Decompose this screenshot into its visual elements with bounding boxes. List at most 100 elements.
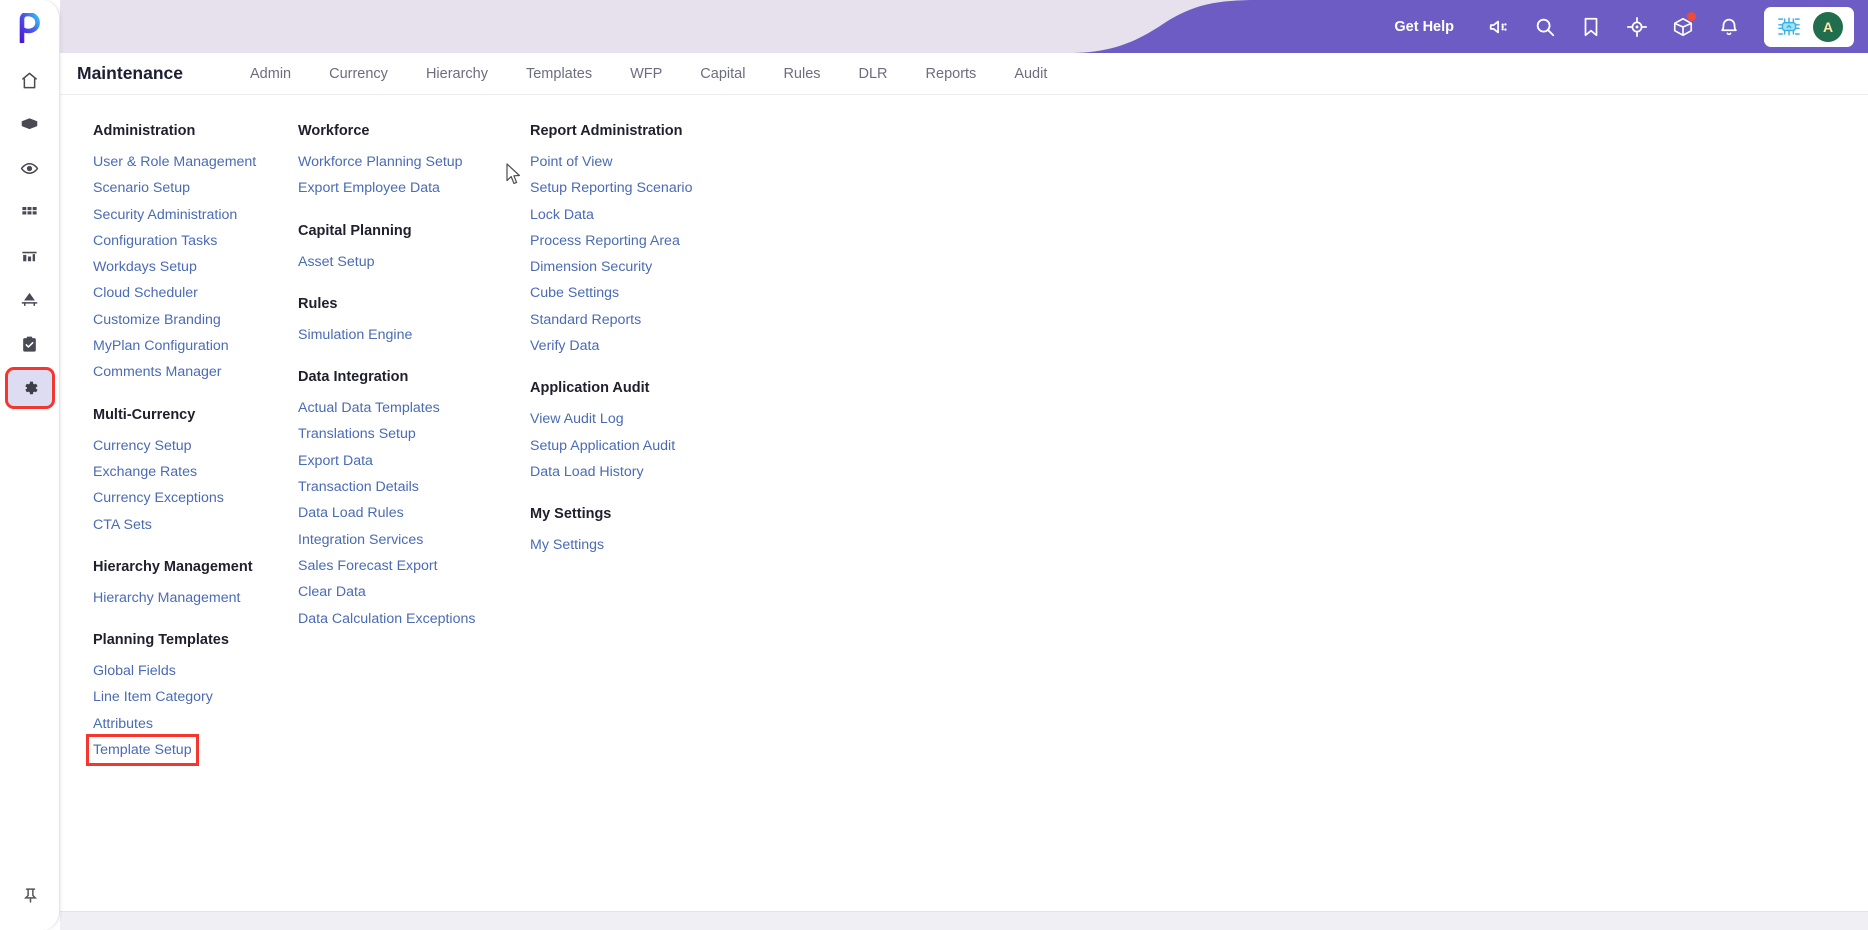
menu-link[interactable]: Global Fields (93, 658, 176, 684)
sidebar-item-grids[interactable] (8, 194, 52, 230)
user-menu-button[interactable]: A (1764, 6, 1854, 47)
menu-link[interactable]: Simulation Engine (298, 322, 412, 348)
menu-group: Capital Planning Asset Setup (298, 223, 520, 275)
module-tabs: Admin Currency Hierarchy Templates WFP C… (231, 60, 1066, 88)
menu-link[interactable]: Process Reporting Area (530, 228, 680, 254)
pin-icon[interactable] (8, 878, 52, 912)
menu-column-2: Workforce Workforce Planning Setup Export … (290, 123, 520, 911)
tab-hierarchy[interactable]: Hierarchy (407, 60, 507, 88)
menu-link[interactable]: Data Calculation Exceptions (298, 606, 475, 632)
menu-link[interactable]: Lock Data (530, 202, 594, 228)
left-rail (0, 0, 60, 930)
menu-link[interactable]: Actual Data Templates (298, 395, 440, 421)
menu-link[interactable]: Currency Exceptions (93, 485, 224, 511)
menu-link-row: User & Role Management (93, 149, 290, 175)
tab-reports[interactable]: Reports (907, 60, 996, 88)
announcement-icon[interactable] (1476, 4, 1522, 50)
get-help-button[interactable]: Get Help (1394, 19, 1454, 35)
menu-link[interactable]: Point of View (530, 149, 613, 175)
menu-link[interactable]: Exchange Rates (93, 459, 197, 485)
menu-link-row: Exchange Rates (93, 459, 290, 485)
tab-wfp[interactable]: WFP (611, 60, 681, 88)
menu-link-row: MyPlan Configuration (93, 333, 290, 359)
menu-link[interactable]: Workforce Planning Setup (298, 149, 463, 175)
top-bar: Get Help A (60, 0, 1868, 53)
menu-link[interactable]: Clear Data (298, 579, 366, 605)
menu-link-row: Setup Application Audit (530, 433, 750, 459)
footer-strip (60, 911, 1868, 930)
tab-audit[interactable]: Audit (995, 60, 1066, 88)
menu-link-row: Sales Forecast Export (298, 553, 520, 579)
sidebar-item-settings[interactable] (4, 367, 55, 409)
p-logo[interactable] (0, 0, 59, 56)
tab-dlr[interactable]: DLR (840, 60, 907, 88)
tab-templates[interactable]: Templates (507, 60, 611, 88)
menu-link[interactable]: Comments Manager (93, 359, 222, 385)
menu-link[interactable]: Hierarchy Management (93, 585, 240, 611)
menu-link[interactable]: View Audit Log (530, 406, 624, 432)
menu-column-3: Report Administration Point of View Setup … (520, 123, 750, 911)
menu-link[interactable]: Customize Branding (93, 307, 221, 333)
menu-link-row: Simulation Engine (298, 322, 520, 348)
page-title: Maintenance (77, 63, 183, 83)
menu-link-row: Workforce Planning Setup (298, 149, 520, 175)
notifications-icon[interactable] (1706, 4, 1752, 50)
menu-link[interactable]: Transaction Details (298, 474, 419, 500)
menu-link[interactable]: Line Item Category (93, 684, 213, 710)
menu-link[interactable]: Asset Setup (298, 249, 375, 275)
sidebar-item-hierarchy[interactable] (8, 282, 52, 318)
menu-link[interactable]: Currency Setup (93, 433, 192, 459)
tab-currency[interactable]: Currency (310, 60, 407, 88)
menu-link[interactable]: Scenario Setup (93, 175, 190, 201)
menu-group: My Settings My Settings (530, 506, 750, 558)
ai-chip-icon[interactable] (1775, 13, 1803, 41)
menu-link[interactable]: Verify Data (530, 333, 599, 359)
menu-link[interactable]: Standard Reports (530, 307, 641, 333)
menu-link[interactable]: Cloud Scheduler (93, 280, 198, 306)
maintenance-menu: Administration User & Role Management Scen… (60, 95, 1868, 911)
menu-link[interactable]: Data Load Rules (298, 500, 404, 526)
menu-link-row: Customize Branding (93, 307, 290, 333)
target-icon[interactable] (1614, 4, 1660, 50)
menu-link[interactable]: Security Administration (93, 202, 237, 228)
menu-link[interactable]: Export Data (298, 448, 373, 474)
menu-group: Report Administration Point of View Setup … (530, 123, 750, 359)
search-icon[interactable] (1522, 4, 1568, 50)
menu-link[interactable]: Setup Reporting Scenario (530, 175, 692, 201)
menu-link[interactable]: Dimension Security (530, 254, 652, 280)
sidebar-item-home[interactable] (8, 62, 52, 98)
bookmark-icon[interactable] (1568, 4, 1614, 50)
sidebar-item-tasks[interactable] (8, 326, 52, 362)
sidebar-item-models[interactable] (8, 106, 52, 142)
tab-capital[interactable]: Capital (681, 60, 764, 88)
menu-link[interactable]: Attributes (93, 711, 153, 737)
package-badge (1687, 11, 1696, 21)
menu-link[interactable]: CTA Sets (93, 512, 152, 538)
menu-link[interactable]: MyPlan Configuration (93, 333, 229, 359)
menu-link[interactable]: Translations Setup (298, 421, 416, 447)
menu-link-row: Export Employee Data (298, 175, 520, 201)
menu-link-row: Template Setup (86, 734, 290, 767)
menu-link[interactable]: Configuration Tasks (93, 228, 217, 254)
package-icon[interactable] (1660, 4, 1706, 50)
menu-link-row: Export Data (298, 448, 520, 474)
tab-rules[interactable]: Rules (764, 60, 839, 88)
sidebar-item-views[interactable] (8, 150, 52, 186)
menu-link-row: Configuration Tasks (93, 228, 290, 254)
menu-link[interactable]: Cube Settings (530, 280, 619, 306)
menu-link[interactable]: My Settings (530, 532, 604, 558)
menu-link[interactable]: Setup Application Audit (530, 433, 675, 459)
menu-link-row: Hierarchy Management (93, 585, 290, 611)
menu-link[interactable]: Export Employee Data (298, 175, 440, 201)
menu-link[interactable]: Workdays Setup (93, 254, 197, 280)
menu-link[interactable]: Data Load History (530, 459, 644, 485)
avatar[interactable]: A (1813, 11, 1843, 42)
menu-link[interactable]: Integration Services (298, 527, 423, 553)
tab-admin[interactable]: Admin (231, 60, 310, 88)
sidebar-item-reports[interactable] (8, 238, 52, 274)
menu-link[interactable]: Template Setup (86, 734, 199, 767)
menu-link[interactable]: User & Role Management (93, 149, 256, 175)
menu-link-row: Cloud Scheduler (93, 280, 290, 306)
menu-link-row: Global Fields (93, 658, 290, 684)
menu-link[interactable]: Sales Forecast Export (298, 553, 438, 579)
